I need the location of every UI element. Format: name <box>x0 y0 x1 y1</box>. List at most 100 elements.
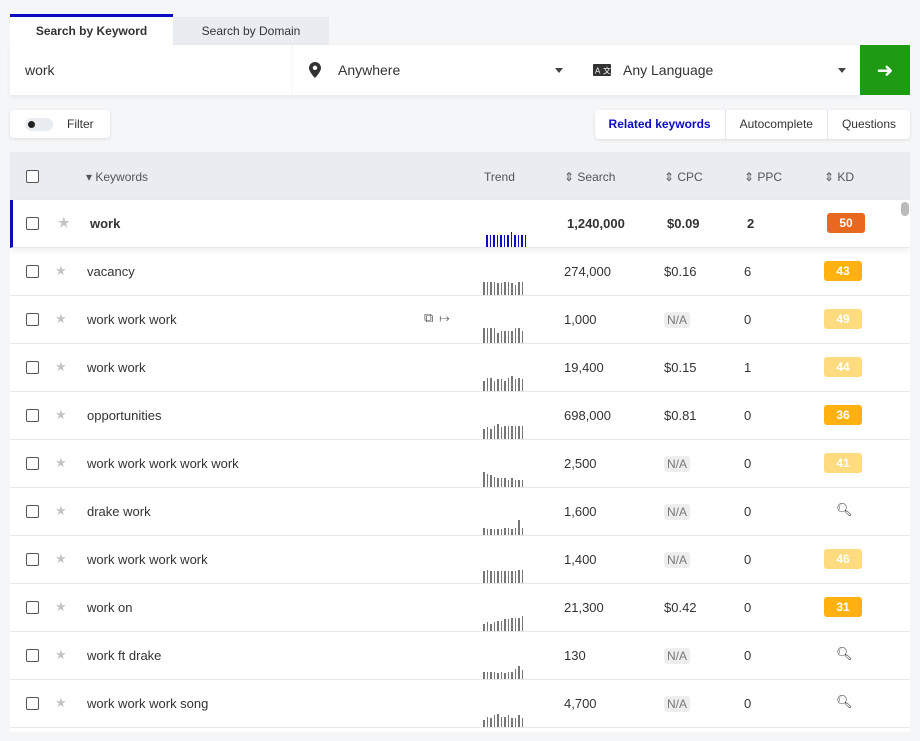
trend-bar <box>514 668 516 679</box>
keyword-text[interactable]: work work work song <box>87 696 208 711</box>
star-icon[interactable]: ★ <box>55 503 67 519</box>
row-checkbox[interactable] <box>26 409 39 422</box>
trend-bar <box>490 475 492 487</box>
keyword-text[interactable]: work work work work <box>87 552 208 567</box>
search-submit-button[interactable]: ➜ <box>860 45 910 95</box>
table-row[interactable]: ★ work 1,240,000 $0.09 2 50 <box>10 200 910 248</box>
table-row[interactable]: ★ work work work work work 2,500 N/A 0 4… <box>10 440 910 488</box>
tab-search-by-domain[interactable]: Search by Domain <box>173 17 329 48</box>
row-checkbox[interactable] <box>26 217 39 230</box>
cpc-na: N/A <box>664 648 691 664</box>
star-icon[interactable]: ★ <box>55 599 67 615</box>
star-icon[interactable]: ★ <box>55 455 67 471</box>
filter-toggle[interactable]: Filter <box>10 110 110 138</box>
ppc-value: 6 <box>744 264 752 279</box>
row-checkbox[interactable] <box>26 313 39 326</box>
table-row[interactable]: ★ work on 21,300 $0.42 0 31 <box>10 584 910 632</box>
table-row[interactable]: ★ work work work ⧉↦ 1,000 N/A 0 49 <box>10 296 910 344</box>
table-row[interactable]: ★ work work work work 1,400 N/A 0 46 <box>10 536 910 584</box>
trend-bar <box>514 571 516 583</box>
keyword-text[interactable]: work work work work work <box>87 456 239 471</box>
toggle-switch[interactable] <box>25 117 53 131</box>
keyword-text[interactable]: work ft drake <box>87 648 161 663</box>
keyword-input[interactable]: work <box>10 45 292 95</box>
ppc-value: 0 <box>744 504 752 519</box>
row-checkbox[interactable] <box>26 505 39 518</box>
search-icon[interactable]: 🔍︎ <box>836 646 853 662</box>
trend-bar <box>518 569 520 583</box>
kd-badge: 50 <box>827 213 865 233</box>
table-row[interactable]: ★ opportunities 698,000 $0.81 0 36 <box>10 392 910 440</box>
trend-chart <box>483 471 523 487</box>
trend-bar <box>518 617 520 631</box>
star-icon[interactable]: ★ <box>55 551 67 567</box>
trend-bar <box>483 623 485 631</box>
tab-search-by-keyword[interactable]: Search by Keyword <box>10 14 173 45</box>
row-checkbox[interactable] <box>26 697 39 710</box>
table-row[interactable]: ★ work work 19,400 $0.15 1 44 <box>10 344 910 392</box>
column-search[interactable]: ⇕ Search <box>564 170 615 184</box>
kd-badge: 43 <box>824 261 862 281</box>
select-all-checkbox[interactable] <box>26 170 39 183</box>
scrollbar[interactable] <box>901 202 909 216</box>
table-row[interactable]: ★ work work work song 4,700 N/A 0 🔍︎ <box>10 680 910 728</box>
ppc-value: 0 <box>744 600 752 615</box>
column-label: CPC <box>677 170 703 184</box>
row-checkbox[interactable] <box>26 265 39 278</box>
trend-bar <box>504 331 506 343</box>
star-icon[interactable]: ★ <box>55 647 67 663</box>
arrow-redirect-icon[interactable]: ↦ <box>439 310 455 325</box>
row-checkbox[interactable] <box>26 601 39 614</box>
column-label: Keywords <box>95 170 149 184</box>
table-row[interactable]: ★ vacancy 274,000 $0.16 6 43 <box>10 248 910 296</box>
star-icon[interactable]: ★ <box>55 407 67 423</box>
star-icon[interactable]: ★ <box>55 311 67 327</box>
trend-chart <box>483 423 523 439</box>
column-keywords[interactable]: ▾ Keywords <box>86 170 148 184</box>
map-pin-icon <box>309 62 321 78</box>
language-select[interactable]: A文 Any Language <box>577 45 860 95</box>
tab-questions[interactable]: Questions <box>826 110 910 139</box>
keyword-text[interactable]: work on <box>87 600 133 615</box>
column-ppc[interactable]: ⇕ PPC <box>744 170 782 184</box>
row-checkbox[interactable] <box>26 457 39 470</box>
column-cpc[interactable]: ⇕ CPC <box>664 170 703 184</box>
trend-chart <box>486 231 526 247</box>
trend-bar <box>486 281 488 295</box>
table-row[interactable]: ★ work ft drake 130 N/A 0 🔍︎ <box>10 632 910 680</box>
search-icon[interactable]: 🔍︎ <box>836 502 853 518</box>
row-checkbox[interactable] <box>26 649 39 662</box>
location-select[interactable]: Anywhere <box>293 45 577 95</box>
tab-autocomplete[interactable]: Autocomplete <box>724 110 827 139</box>
keyword-text[interactable]: vacancy <box>87 264 135 279</box>
copy-icon[interactable]: ⧉ <box>424 310 439 325</box>
column-kd[interactable]: ⇕ KD <box>824 170 854 184</box>
trend-bar <box>507 527 509 535</box>
star-icon[interactable]: ★ <box>55 359 67 375</box>
trend-bar <box>497 283 499 295</box>
trend-bar <box>517 235 519 247</box>
star-icon[interactable]: ★ <box>55 263 67 279</box>
trend-chart <box>483 711 523 727</box>
trend-bar <box>483 472 485 487</box>
trend-bar <box>518 377 520 391</box>
star-icon[interactable]: ★ <box>58 215 70 231</box>
trend-bar <box>511 425 513 439</box>
table-row[interactable]: ★ drake work 1,600 N/A 0 🔍︎ <box>10 488 910 536</box>
keyword-text[interactable]: work work <box>87 360 146 375</box>
trend-bar <box>504 527 506 535</box>
row-checkbox[interactable] <box>26 553 39 566</box>
keyword-text[interactable]: drake work <box>87 504 151 519</box>
tab-related-keywords[interactable]: Related keywords <box>595 110 725 139</box>
keyword-text[interactable]: opportunities <box>87 408 161 423</box>
keyword-text[interactable]: work work work <box>87 312 177 327</box>
trend-bar <box>507 671 509 679</box>
keyword-text[interactable]: work <box>90 216 120 231</box>
kd-badge: 31 <box>824 597 862 617</box>
search-volume: 1,240,000 <box>567 216 625 231</box>
star-icon[interactable]: ★ <box>55 695 67 711</box>
trend-bar <box>511 529 513 535</box>
search-icon[interactable]: 🔍︎ <box>836 694 853 710</box>
trend-bar <box>497 379 499 391</box>
row-checkbox[interactable] <box>26 361 39 374</box>
